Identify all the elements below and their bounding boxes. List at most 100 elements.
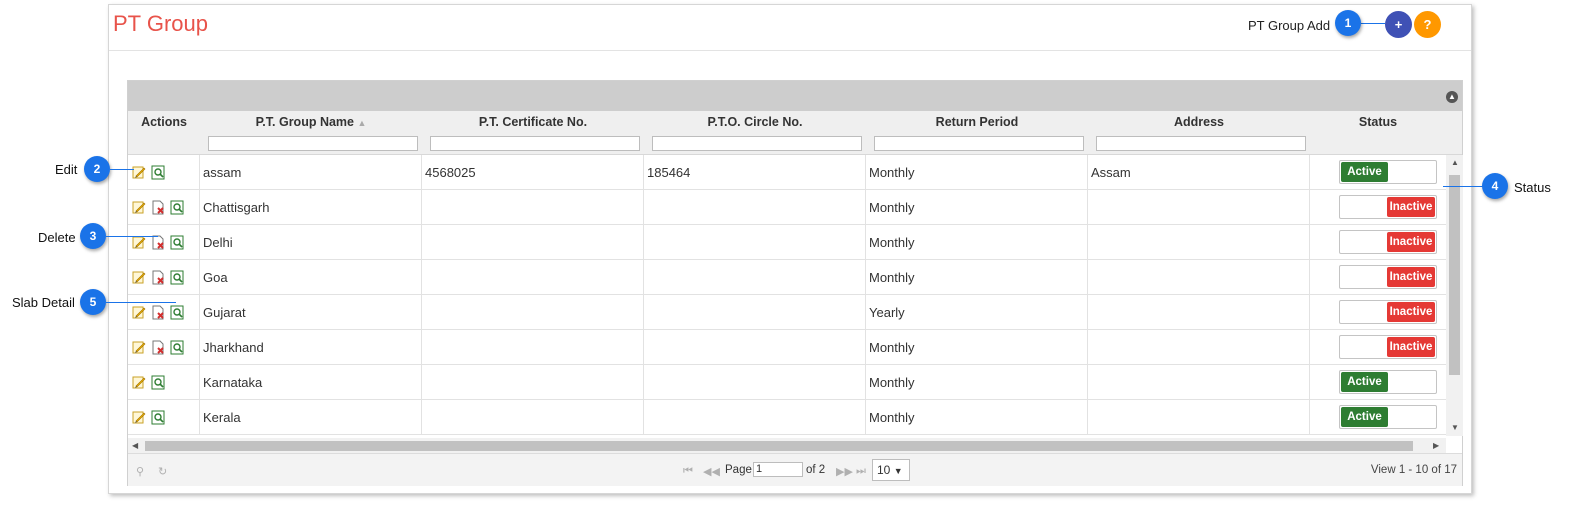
scroll-down-icon[interactable]: ▼ — [1451, 423, 1459, 432]
delete-icon[interactable] — [151, 270, 165, 285]
edit-icon[interactable] — [132, 200, 146, 215]
vertical-scroll-thumb[interactable] — [1449, 175, 1460, 375]
slab-detail-icon[interactable] — [170, 235, 184, 250]
rows-per-page-select[interactable]: 10 ▼ — [872, 459, 910, 481]
status-toggle[interactable]: Inactive — [1339, 335, 1437, 359]
scroll-left-icon[interactable]: ◀ — [132, 441, 138, 450]
header-certificate[interactable]: P.T. Certificate No. — [422, 115, 644, 129]
circle-cell — [644, 225, 866, 260]
filter-certificate-input[interactable] — [430, 136, 640, 151]
delete-icon[interactable] — [151, 340, 165, 355]
last-page-icon[interactable]: ⏭ — [856, 465, 866, 478]
callout-2-label: Edit — [55, 162, 78, 177]
callout-5-label: Slab Detail — [12, 295, 75, 310]
return-period-cell: Monthly — [866, 400, 1088, 435]
horizontal-scroll-thumb[interactable] — [145, 441, 1413, 451]
table-row[interactable]: Gujarat Yearly Inactive — [128, 295, 1446, 330]
add-button[interactable]: + — [1385, 11, 1412, 38]
table-row[interactable]: assam 4568025 185464 Monthly Assam Active — [128, 155, 1446, 190]
scroll-up-icon[interactable]: ▲ — [1451, 158, 1459, 167]
scroll-right-icon[interactable]: ▶ — [1433, 441, 1439, 450]
address-cell — [1088, 330, 1310, 365]
delete-icon[interactable] — [151, 235, 165, 250]
status-badge: Inactive — [1387, 232, 1435, 252]
prev-page-icon[interactable]: ◀◀ — [703, 465, 720, 478]
filter-circle-input[interactable] — [652, 136, 862, 151]
rows-per-page-value: 10 — [877, 463, 891, 477]
certificate-cell — [422, 400, 644, 435]
edit-icon[interactable] — [132, 375, 146, 390]
address-cell — [1088, 225, 1310, 260]
slab-detail-icon[interactable] — [170, 270, 184, 285]
edit-icon[interactable] — [132, 235, 146, 250]
slab-detail-icon[interactable] — [170, 340, 184, 355]
status-toggle[interactable]: Active — [1339, 370, 1437, 394]
slab-detail-icon[interactable] — [151, 410, 165, 425]
table-row[interactable]: Kerala Monthly Active — [128, 400, 1446, 435]
help-button[interactable]: ? — [1414, 11, 1441, 38]
first-page-icon[interactable]: ⏮ — [683, 465, 693, 478]
slab-detail-icon[interactable] — [151, 165, 165, 180]
group-name-cell: Karnataka — [200, 365, 422, 400]
callout-4: 4 — [1482, 173, 1508, 199]
edit-icon[interactable] — [132, 340, 146, 355]
collapse-icon[interactable]: ▲ — [1446, 91, 1458, 103]
status-toggle[interactable]: Inactive — [1339, 230, 1437, 254]
header-address[interactable]: Address — [1088, 115, 1310, 129]
delete-icon[interactable] — [151, 200, 165, 215]
header-status[interactable]: Status — [1310, 115, 1446, 129]
callout-4-label: Status — [1514, 180, 1551, 195]
table-row[interactable]: Karnataka Monthly Active — [128, 365, 1446, 400]
group-name-cell: Jharkhand — [200, 330, 422, 365]
group-name-cell: Delhi — [200, 225, 422, 260]
callout-3-line — [106, 236, 158, 237]
status-toggle[interactable]: Inactive — [1339, 265, 1437, 289]
address-cell — [1088, 190, 1310, 225]
table-row[interactable]: Delhi Monthly Inactive — [128, 225, 1446, 260]
record-count: View 1 - 10 of 17 — [1370, 464, 1457, 476]
filter-address-input[interactable] — [1096, 136, 1306, 151]
circle-cell — [644, 400, 866, 435]
page-number-input[interactable]: 1 — [753, 462, 803, 477]
callout-1: 1 — [1335, 10, 1361, 36]
address-cell — [1088, 400, 1310, 435]
slab-detail-icon[interactable] — [151, 375, 165, 390]
filter-group-name-input[interactable] — [208, 136, 418, 151]
callout-5-line — [106, 302, 176, 303]
status-toggle[interactable]: Inactive — [1339, 300, 1437, 324]
return-period-cell: Yearly — [866, 295, 1088, 330]
delete-icon[interactable] — [151, 305, 165, 320]
callout-5: 5 — [80, 289, 106, 315]
address-cell: Assam — [1088, 155, 1310, 190]
table-row[interactable]: Goa Monthly Inactive — [128, 260, 1446, 295]
edit-icon[interactable] — [132, 165, 146, 180]
edit-icon[interactable] — [132, 270, 146, 285]
table-row[interactable]: Chattisgarh Monthly Inactive — [128, 190, 1446, 225]
actions-cell — [128, 155, 200, 190]
slab-detail-icon[interactable] — [170, 200, 184, 215]
table-row[interactable]: Jharkhand Monthly Inactive — [128, 330, 1446, 365]
status-toggle[interactable]: Inactive — [1339, 195, 1437, 219]
return-period-cell: Monthly — [866, 225, 1088, 260]
status-badge: Active — [1341, 162, 1388, 182]
vertical-scrollbar[interactable]: ▲ ▼ — [1446, 155, 1463, 436]
header-circle[interactable]: P.T.O. Circle No. — [644, 115, 866, 129]
edit-icon[interactable] — [132, 305, 146, 320]
filter-row — [128, 133, 1462, 155]
horizontal-scrollbar[interactable]: ◀ ▶ — [128, 438, 1446, 453]
slab-detail-icon[interactable] — [170, 305, 184, 320]
status-toggle[interactable]: Active — [1339, 160, 1437, 184]
header-return-period[interactable]: Return Period — [866, 115, 1088, 129]
pt-group-grid: ▲ Actions P.T. Group Name ▲ P.T. Certifi… — [127, 80, 1463, 486]
status-toggle[interactable]: Active — [1339, 405, 1437, 429]
circle-cell — [644, 295, 866, 330]
next-page-icon[interactable]: ▶▶ — [836, 465, 853, 478]
certificate-cell — [422, 295, 644, 330]
edit-icon[interactable] — [132, 410, 146, 425]
sort-icon[interactable]: ▲ — [357, 118, 366, 128]
refresh-icon[interactable]: ↻ — [158, 465, 167, 478]
group-name-cell: Kerala — [200, 400, 422, 435]
search-icon[interactable]: ⚲ — [136, 465, 144, 478]
header-group-name[interactable]: P.T. Group Name ▲ — [200, 115, 422, 129]
filter-return-period-input[interactable] — [874, 136, 1084, 151]
